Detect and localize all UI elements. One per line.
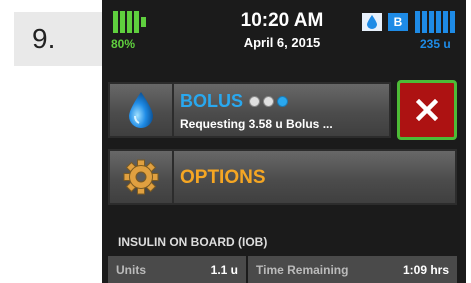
pump-screen: 80% 10:20 AM April 6, 2015 B 235 u BOLUS…	[102, 0, 466, 283]
options-button[interactable]: OPTIONS	[108, 149, 457, 205]
insulin-status-icon	[362, 13, 382, 31]
progress-dot	[263, 96, 274, 107]
reservoir-bar	[415, 11, 420, 33]
options-icon-cell	[110, 151, 174, 203]
battery-percent: 80%	[111, 37, 136, 51]
date-display: April 6, 2015	[243, 35, 321, 50]
cancel-button[interactable]	[397, 80, 457, 140]
step-number: 9.	[14, 12, 102, 66]
progress-dots	[249, 96, 288, 107]
battery-bar	[120, 11, 125, 33]
reservoir-bar	[436, 11, 441, 33]
battery-cap	[141, 17, 146, 27]
battery-bar	[127, 11, 132, 33]
reservoir-bar	[450, 11, 455, 33]
iob-units-cell: Units 1.1 u	[108, 256, 246, 283]
iob-time-value: 1:09 hrs	[402, 262, 449, 277]
time-display: 10:20 AM	[240, 10, 324, 31]
iob-units-value: 1.1 u	[210, 262, 238, 277]
iob-time-cell: Time Remaining 1:09 hrs	[248, 256, 457, 283]
clock: 10:20 AM April 6, 2015	[202, 10, 362, 50]
bolus-title-text: BOLUS	[180, 91, 243, 111]
insulin-drop-icon	[129, 92, 153, 128]
progress-dot-active	[277, 96, 288, 107]
step-label: 9.	[32, 23, 56, 54]
bolus-status-text: Requesting 3.58 u Bolus ...	[180, 117, 333, 131]
reservoir-bar	[422, 11, 427, 33]
close-icon	[416, 99, 438, 121]
iob-title: INSULIN ON BOARD (IOB)	[118, 235, 268, 249]
battery-bar	[113, 11, 118, 33]
bolus-icon-cell	[110, 84, 174, 136]
bolus-button[interactable]: BOLUS Requesting 3.58 u Bolus ...	[108, 82, 391, 138]
reservoir-bar	[429, 11, 434, 33]
bluetooth-icon: B	[388, 13, 408, 31]
reservoir-icon	[415, 11, 455, 33]
reservoir-amount: 235 u	[420, 37, 451, 51]
options-label: OPTIONS	[180, 167, 266, 188]
progress-dot	[249, 96, 260, 107]
reservoir-bar	[443, 11, 448, 33]
bolus-title: BOLUS	[180, 91, 288, 112]
gear-icon	[123, 159, 159, 195]
iob-row: Units 1.1 u Time Remaining 1:09 hrs	[108, 256, 457, 283]
battery-icon	[113, 11, 146, 33]
battery-bar	[134, 11, 139, 33]
iob-units-label: Units	[116, 262, 146, 277]
iob-time-label: Time Remaining	[256, 262, 349, 277]
